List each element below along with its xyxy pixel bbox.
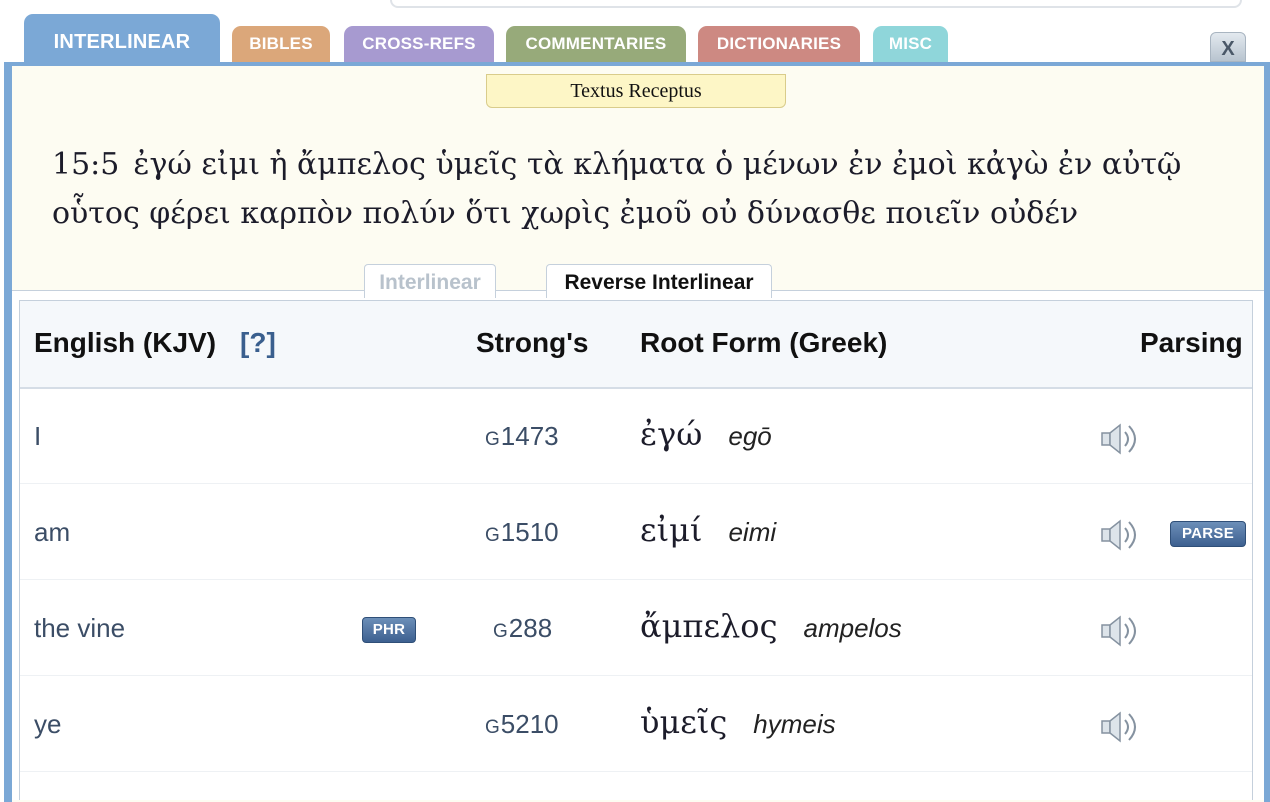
search-bar[interactable] [390, 0, 1242, 8]
version-label[interactable]: Textus Receptus [486, 74, 786, 108]
transliteration: ampelos [803, 613, 902, 643]
help-link[interactable]: [?] [240, 327, 276, 358]
speaker-icon[interactable] [1100, 421, 1144, 457]
strongs-value: 1510 [500, 517, 559, 547]
strongs-value: 1473 [500, 421, 559, 451]
tab-bibles[interactable]: BIBLES [232, 26, 330, 62]
root-form: ἐγώ egō [640, 415, 772, 453]
greek-word[interactable]: εἰμί [640, 511, 702, 549]
english-word: am [34, 517, 71, 547]
close-icon[interactable]: X [1210, 32, 1246, 62]
speaker-icon[interactable] [1100, 517, 1144, 553]
subtab-interlinear[interactable]: Interlinear [364, 264, 496, 298]
strongs-prefix: G [485, 525, 500, 546]
table-row: the vine PHR G288 ἄμπελος ampelos [20, 579, 1252, 676]
transliteration: eimi [728, 517, 777, 547]
header-strongs: Strong's [476, 327, 589, 358]
table-row: ye G5210 ὑμεῖς hymeis [20, 675, 1252, 772]
strongs-number[interactable]: G5210 [485, 709, 559, 740]
tab-dictionaries[interactable]: DICTIONARIES [698, 26, 860, 62]
greek-word[interactable]: ὑμεῖς [640, 703, 727, 741]
verse-text: 15:5 ἐγώ εἰμι ἡ ἄμπελος ὑμεῖς τὰ κλήματα … [52, 140, 1232, 238]
header-english-label: English (KJV) [34, 327, 217, 358]
root-form: εἰμί eimi [640, 511, 776, 549]
english-word: ye [34, 709, 62, 739]
speaker-icon[interactable] [1100, 613, 1144, 649]
tab-commentaries[interactable]: COMMENTARIES [506, 26, 686, 62]
transliteration: egō [728, 421, 772, 451]
interlinear-table: English (KJV) [?] Strong's Root Form (Gre… [19, 300, 1253, 800]
strongs-prefix: G [493, 621, 508, 642]
verse-line-2: οὗτος φέρει καρπὸν πολύν ὅτι χωρὶς ἐμοῦ … [52, 196, 1079, 231]
header-parsing: Parsing [1140, 327, 1243, 358]
header-english: English (KJV) [?] [34, 327, 276, 359]
strongs-prefix: G [485, 717, 500, 738]
transliteration: hymeis [753, 709, 836, 739]
tab-cross-refs[interactable]: CROSS-REFS [344, 26, 494, 62]
strongs-number[interactable]: G1473 [485, 421, 559, 452]
speaker-icon[interactable] [1100, 709, 1144, 745]
verse-reference: 15:5 [52, 147, 120, 182]
root-form: ὑμεῖς hymeis [640, 703, 836, 741]
root-form: ἄμπελος ampelos [640, 607, 902, 645]
strongs-value: 5210 [500, 709, 559, 739]
greek-word[interactable]: ἐγώ [640, 415, 702, 453]
table-row: I G1473 ἐγώ egō [20, 387, 1252, 484]
strongs-value: 288 [508, 613, 553, 643]
table-row: am G1510 εἰμί eimi PARSE [20, 483, 1252, 580]
english-word: the vine [34, 613, 126, 643]
english-word: I [34, 421, 42, 451]
phrase-button[interactable]: PHR [362, 617, 416, 643]
verse-line-1: ἐγώ εἰμι ἡ ἄμπελος ὑμεῖς τὰ κλήματα ὁ μέ… [133, 147, 1182, 182]
strongs-number[interactable]: G288 [493, 613, 552, 644]
strongs-number[interactable]: G1510 [485, 517, 559, 548]
tab-misc[interactable]: MISC [873, 26, 948, 62]
parse-button[interactable]: PARSE [1170, 521, 1246, 547]
greek-word[interactable]: ἄμπελος [640, 607, 777, 645]
strongs-prefix: G [485, 429, 500, 450]
tab-interlinear[interactable]: INTERLINEAR [24, 14, 220, 64]
table-header: English (KJV) [?] Strong's Root Form (Gre… [20, 301, 1252, 389]
subtab-reverse-interlinear[interactable]: Reverse Interlinear [546, 264, 772, 298]
header-root-form: Root Form (Greek) [640, 327, 888, 358]
